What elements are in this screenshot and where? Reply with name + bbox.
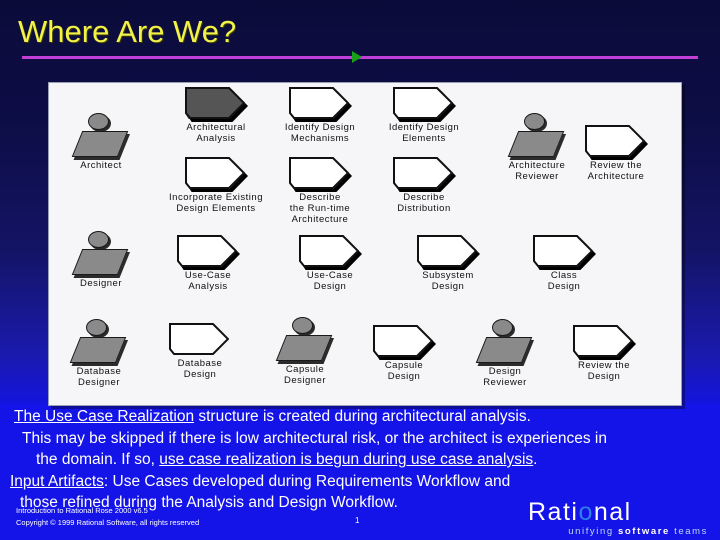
role-label: Architect [80, 160, 122, 171]
body-line-1-underlined: The Use Case Realization [14, 408, 195, 425]
activity-icon [177, 235, 240, 270]
activity-icon [169, 323, 231, 357]
activity-label: Architectural Analysis [186, 122, 246, 144]
worker-head-icon [88, 231, 109, 248]
activity-label: Describe the Run-time Architecture [289, 192, 351, 225]
body-line-4: Input Artifacts: Use Cases developed dur… [8, 471, 714, 493]
role-label: Database Designer [76, 366, 122, 388]
worker-head-icon [524, 113, 545, 130]
logo-tag-2: software [618, 526, 675, 537]
activity-icon [393, 87, 456, 122]
activity-icon [373, 325, 436, 360]
workflow-activity[interactable]: Architectural Analysis [161, 87, 271, 144]
workflow-activity[interactable]: Use-Case Analysis [153, 235, 263, 292]
logo-tag-1: unifying [568, 526, 619, 537]
workflow-activity[interactable]: Describe the Run-time Architecture [265, 157, 375, 225]
activity-icon [393, 157, 456, 192]
worker-head-icon [88, 113, 109, 130]
activity-icon [185, 157, 248, 192]
rational-logo: Rational unifying software teams [528, 500, 710, 540]
worker-icon [475, 319, 533, 365]
workflow-role[interactable]: Database Designer [51, 319, 147, 388]
workflow-activity[interactable]: Subsystem Design [393, 235, 503, 292]
activity-label: Describe Distribution [397, 192, 451, 214]
workflow-diagram-panel: Architect Architectural Analysis Incorpora… [48, 82, 682, 406]
workflow-activity[interactable]: Describe Distribution [369, 157, 479, 214]
worker-body-icon [71, 249, 129, 275]
worker-head-icon [292, 317, 313, 334]
activity-icon [289, 157, 352, 192]
worker-body-icon [507, 131, 565, 157]
workflow-activity[interactable]: Class Design [509, 235, 619, 292]
worker-icon [71, 231, 129, 277]
activity-label: Class Design [547, 270, 581, 292]
activity-label: Database Design [177, 358, 223, 380]
workflow-activity[interactable]: Review the Design [549, 325, 659, 382]
worker-body-icon [69, 337, 127, 363]
workflow-activity[interactable]: Identify Design Elements [369, 87, 479, 144]
worker-head-icon [86, 319, 107, 336]
worker-body-icon [71, 131, 129, 157]
workflow-activity[interactable]: Review the Architecture [561, 125, 671, 182]
body-line-1: The Use Case Realization structure is cr… [8, 406, 714, 428]
body-line-4-rest: : Use Cases developed during Requirement… [103, 472, 511, 490]
activity-label: Identify Design Elements [388, 122, 460, 144]
workflow-role[interactable]: Design Reviewer [457, 319, 553, 388]
body-line-1-rest: structure is created during architectura… [194, 408, 531, 425]
activity-icon [417, 235, 480, 270]
activity-label: Use-Case Design [306, 270, 354, 292]
activity-label: Review the Design [578, 360, 630, 382]
workflow-activity[interactable]: Capsule Design [349, 325, 459, 382]
body-line-4-underlined: Input Artifacts [10, 472, 104, 490]
workflow-role[interactable]: Designer [53, 231, 149, 289]
workflow-role[interactable]: Architect [53, 113, 149, 171]
activity-icon [585, 125, 648, 160]
activity-label: Identify Design Mechanisms [284, 122, 356, 144]
worker-body-icon [475, 337, 533, 363]
body-line-3: the domain. If so, use case realization … [8, 449, 714, 471]
logo-tag-3: teams [674, 526, 708, 537]
workflow-activity[interactable]: Identify Design Mechanisms [265, 87, 375, 144]
workflow-role[interactable]: Capsule Designer [257, 317, 353, 386]
body-line-3-a: the domain. If so, [36, 451, 160, 468]
workflow-activity[interactable]: Incorporate Existing Design Elements [161, 157, 271, 214]
footer-course: Introduction to Rational Rose 2000 v6.5 [16, 506, 148, 515]
logo-o-icon: o [578, 498, 594, 526]
workflow-activity[interactable]: Database Design [145, 323, 255, 380]
worker-icon [275, 317, 333, 363]
play-triangle-icon [352, 51, 362, 63]
activity-label: Use-Case Analysis [184, 270, 232, 292]
rational-logo-tagline: unifying software teams [528, 526, 710, 537]
activity-icon [185, 87, 248, 122]
activity-label: Incorporate Existing Design Elements [169, 192, 263, 214]
page-number: 1 [355, 516, 360, 525]
body-line-3-underlined: use case realization is begun during use… [159, 451, 534, 468]
role-label: Capsule Designer [283, 364, 327, 386]
activity-label: Capsule Design [384, 360, 424, 382]
logo-text-pre: Rati [528, 498, 579, 526]
activity-icon [289, 87, 352, 122]
activity-label: Review the Architecture [587, 160, 645, 182]
worker-icon [507, 113, 565, 159]
logo-text-post: nal [593, 498, 632, 526]
worker-icon [71, 113, 129, 159]
worker-icon [69, 319, 127, 365]
rational-logo-wordmark: Rational [528, 500, 710, 525]
activity-icon [573, 325, 636, 360]
worker-body-icon [275, 335, 333, 361]
activity-icon [533, 235, 596, 270]
activity-icon [299, 235, 362, 270]
worker-head-icon [492, 319, 513, 336]
page-title: Where Are We? [18, 14, 237, 49]
role-label: Designer [79, 278, 123, 289]
body-line-3-b: . [533, 451, 538, 468]
role-label: Design Reviewer [483, 366, 527, 388]
workflow-activity[interactable]: Use-Case Design [275, 235, 385, 292]
activity-label: Subsystem Design [422, 270, 474, 292]
footer-copyright: Copyright © 1999 Rational Software, all … [16, 518, 200, 527]
body-line-2: This may be skipped if there is low arch… [22, 429, 607, 447]
